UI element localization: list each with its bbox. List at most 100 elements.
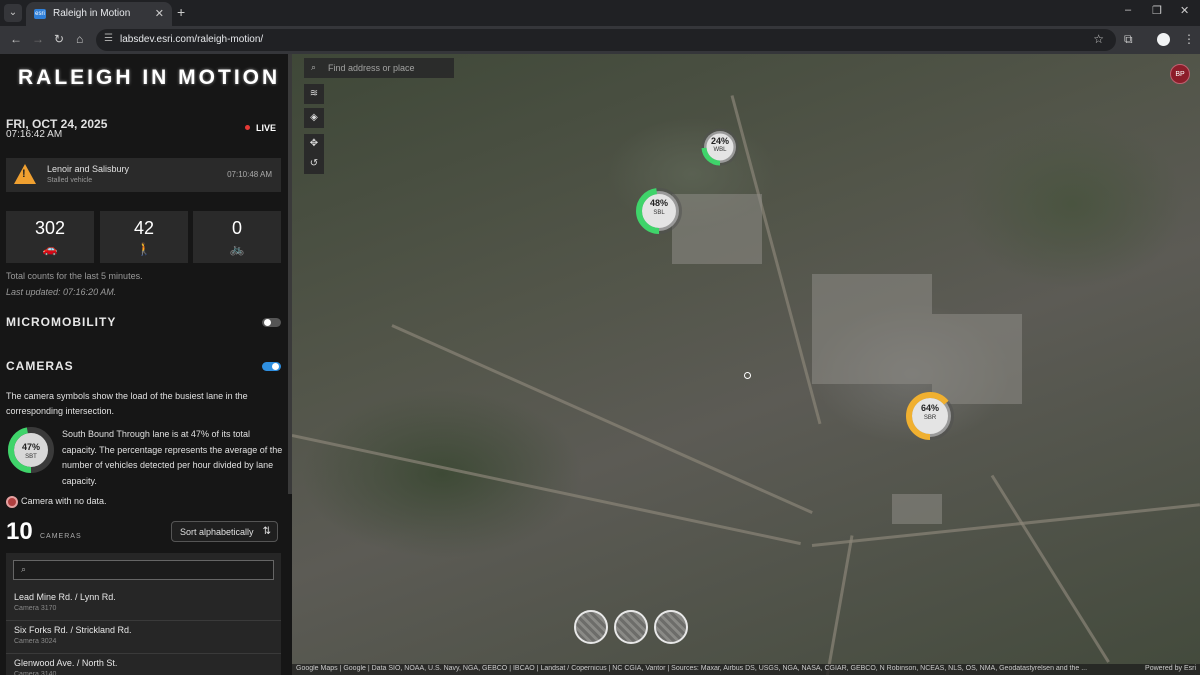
- esri-favicon-icon: esri: [34, 9, 46, 19]
- micromobility-heading: MICROMOBILITY: [6, 315, 117, 329]
- micromobility-toggle[interactable]: [262, 318, 281, 327]
- map-view[interactable]: ⌕ Find address or place ≋ ◈ ✥ ↺ BP 24% W…: [292, 54, 1200, 675]
- gauge-lane: SBL: [653, 210, 665, 216]
- alert-time: 07:10:48 AM: [227, 170, 272, 179]
- forward-icon[interactable]: →: [32, 32, 44, 46]
- tab-close-icon[interactable]: ✕: [155, 7, 164, 20]
- incident-alert[interactable]: ! Lenoir and Salisbury Stalled vehicle 0…: [6, 158, 281, 192]
- camera-search-input[interactable]: ⌕: [13, 560, 274, 580]
- compass-icon[interactable]: ◈: [304, 108, 324, 128]
- live-indicator-icon: [245, 125, 250, 130]
- browser-profile-avatar[interactable]: [1157, 33, 1170, 46]
- rotate-icon[interactable]: ↺: [304, 154, 324, 174]
- close-window-button[interactable]: ✕: [1180, 4, 1189, 17]
- camera-list-item[interactable]: Six Forks Rd. / Strickland Rd. Camera 30…: [6, 621, 281, 654]
- camera-name: Lead Mine Rd. / Lynn Rd.: [14, 592, 116, 602]
- minimize-button[interactable]: –: [1125, 4, 1131, 16]
- vehicle-count: 302: [34, 218, 66, 238]
- restore-button[interactable]: ❐: [1152, 4, 1162, 17]
- browser-menu-icon[interactable]: ⋮: [1183, 32, 1195, 46]
- camera-count: 10: [6, 518, 33, 545]
- gauge-percent: 64%: [920, 403, 939, 413]
- live-label: LIVE: [256, 123, 277, 133]
- camera-gauge[interactable]: 64% SBR: [902, 388, 958, 444]
- gauge-percent: 24%: [710, 136, 729, 146]
- new-tab-button[interactable]: +: [177, 4, 185, 20]
- app-title: RALEIGH IN MOTION: [18, 66, 281, 89]
- gauge-percent: 48%: [649, 198, 668, 208]
- url-text[interactable]: labsdev.esri.com/raleigh-motion/: [120, 34, 263, 45]
- warning-mark: !: [22, 168, 26, 180]
- pan-icon[interactable]: ✥: [304, 134, 324, 154]
- tab-title: Raleigh in Motion: [53, 8, 131, 19]
- map-building-cluster: [812, 274, 932, 384]
- toggle-knob: [264, 319, 271, 326]
- current-time: 07:16:42 AM: [6, 129, 63, 140]
- map-building-cluster: [892, 494, 942, 524]
- cameras-toggle[interactable]: [262, 362, 281, 371]
- legend-gauge-lane: SBT: [25, 454, 37, 460]
- camera-list-item[interactable]: Glenwood Ave. / North St. Camera 3140: [6, 654, 281, 675]
- home-icon[interactable]: ⌂: [76, 32, 83, 46]
- sort-button[interactable]: Sort alphabetically ⇅: [171, 521, 278, 542]
- sidebar: RALEIGH IN MOTION FRI, OCT 24, 2025 07:1…: [0, 54, 292, 675]
- legend-gauge-icon: 47% SBT: [8, 427, 54, 473]
- camera-id: Camera 3024: [14, 638, 57, 645]
- map-search-placeholder: Find address or place: [328, 63, 415, 73]
- camera-count-label: CAMERAS: [40, 533, 82, 540]
- tab-search-button[interactable]: ⌄: [4, 4, 22, 22]
- camera-list-panel: ⌕ Lead Mine Rd. / Lynn Rd. Camera 3170 S…: [6, 553, 281, 675]
- pedestrian-icon: 🚶: [136, 242, 152, 256]
- pedestrian-count: 42: [133, 218, 155, 238]
- attribution-text: Google Maps | Google | Data SIO, NOAA, U…: [296, 665, 1088, 672]
- legend-explanation: South Bound Through lane is at 47% of it…: [62, 429, 283, 486]
- bookmark-star-icon[interactable]: ☆: [1093, 32, 1104, 46]
- pedestrian-count-card: 42 🚶: [100, 211, 188, 263]
- search-icon: ⌕: [21, 564, 27, 574]
- camera-id: Camera 3170: [14, 605, 57, 612]
- map-search-input[interactable]: ⌕ Find address or place: [304, 58, 454, 78]
- sort-label: Sort alphabetically: [180, 527, 254, 537]
- basemap-preview-button[interactable]: [574, 610, 608, 644]
- browser-tab[interactable]: esri Raleigh in Motion ✕: [26, 2, 172, 26]
- bicycle-count-card: 0 🚲: [193, 211, 281, 263]
- alert-type: Stalled vehicle: [47, 177, 93, 184]
- no-data-label: Camera with no data.: [21, 496, 107, 506]
- alert-location: Lenoir and Salisbury: [47, 164, 130, 174]
- bicycle-icon: 🚲: [229, 242, 245, 256]
- camera-name: Six Forks Rd. / Strickland Rd.: [14, 625, 132, 635]
- powered-by-esri[interactable]: Powered by Esri: [1145, 665, 1196, 672]
- site-info-icon[interactable]: ☰: [104, 33, 113, 44]
- camera-gauge[interactable]: 24% WBL: [698, 125, 742, 169]
- mouse-cursor: [744, 372, 751, 379]
- vehicle-count-card: 302 🚗: [6, 211, 94, 263]
- back-icon[interactable]: ←: [10, 32, 22, 46]
- reload-icon[interactable]: ↻: [54, 32, 64, 46]
- camera-list-item[interactable]: Lead Mine Rd. / Lynn Rd. Camera 3170: [6, 588, 281, 621]
- map-attribution: Google Maps | Google | Data SIO, NOAA, U…: [292, 664, 1200, 675]
- camera-id: Camera 3140: [14, 671, 57, 675]
- address-bar-row: ← → ↻ ⌂ ☰ labsdev.esri.com/raleigh-motio…: [0, 26, 1200, 54]
- omnibox[interactable]: ☰ labsdev.esri.com/raleigh-motion/ ☆: [96, 29, 1116, 51]
- last-updated: Last updated: 07:16:20 AM.: [6, 287, 117, 297]
- map-road: [822, 535, 854, 675]
- browser-tab-bar: ⌄ esri Raleigh in Motion ✕ + – ❐ ✕: [0, 0, 1200, 26]
- basemap-preview-button[interactable]: [614, 610, 648, 644]
- car-icon: 🚗: [42, 242, 58, 256]
- camera-gauge[interactable]: 48% SBL: [632, 184, 686, 238]
- basemap-preview-button[interactable]: [654, 610, 688, 644]
- layers-icon[interactable]: ≋: [304, 84, 324, 104]
- search-icon: ⌕: [311, 62, 317, 72]
- cameras-heading: CAMERAS: [6, 359, 74, 373]
- extensions-icon[interactable]: ⧉: [1124, 32, 1133, 47]
- user-avatar[interactable]: BP: [1170, 64, 1190, 84]
- sort-icon: ⇅: [262, 526, 271, 537]
- legend-gauge-percent: 47%: [22, 442, 40, 452]
- counts-note: Total counts for the last 5 minutes.: [6, 271, 143, 281]
- no-data-camera-icon: [6, 496, 18, 508]
- map-road: [811, 503, 1200, 547]
- map-road: [391, 324, 813, 514]
- map-road: [990, 474, 1110, 663]
- gauge-lane: SBR: [923, 415, 937, 421]
- cameras-description: The camera symbols show the load of the …: [6, 391, 248, 416]
